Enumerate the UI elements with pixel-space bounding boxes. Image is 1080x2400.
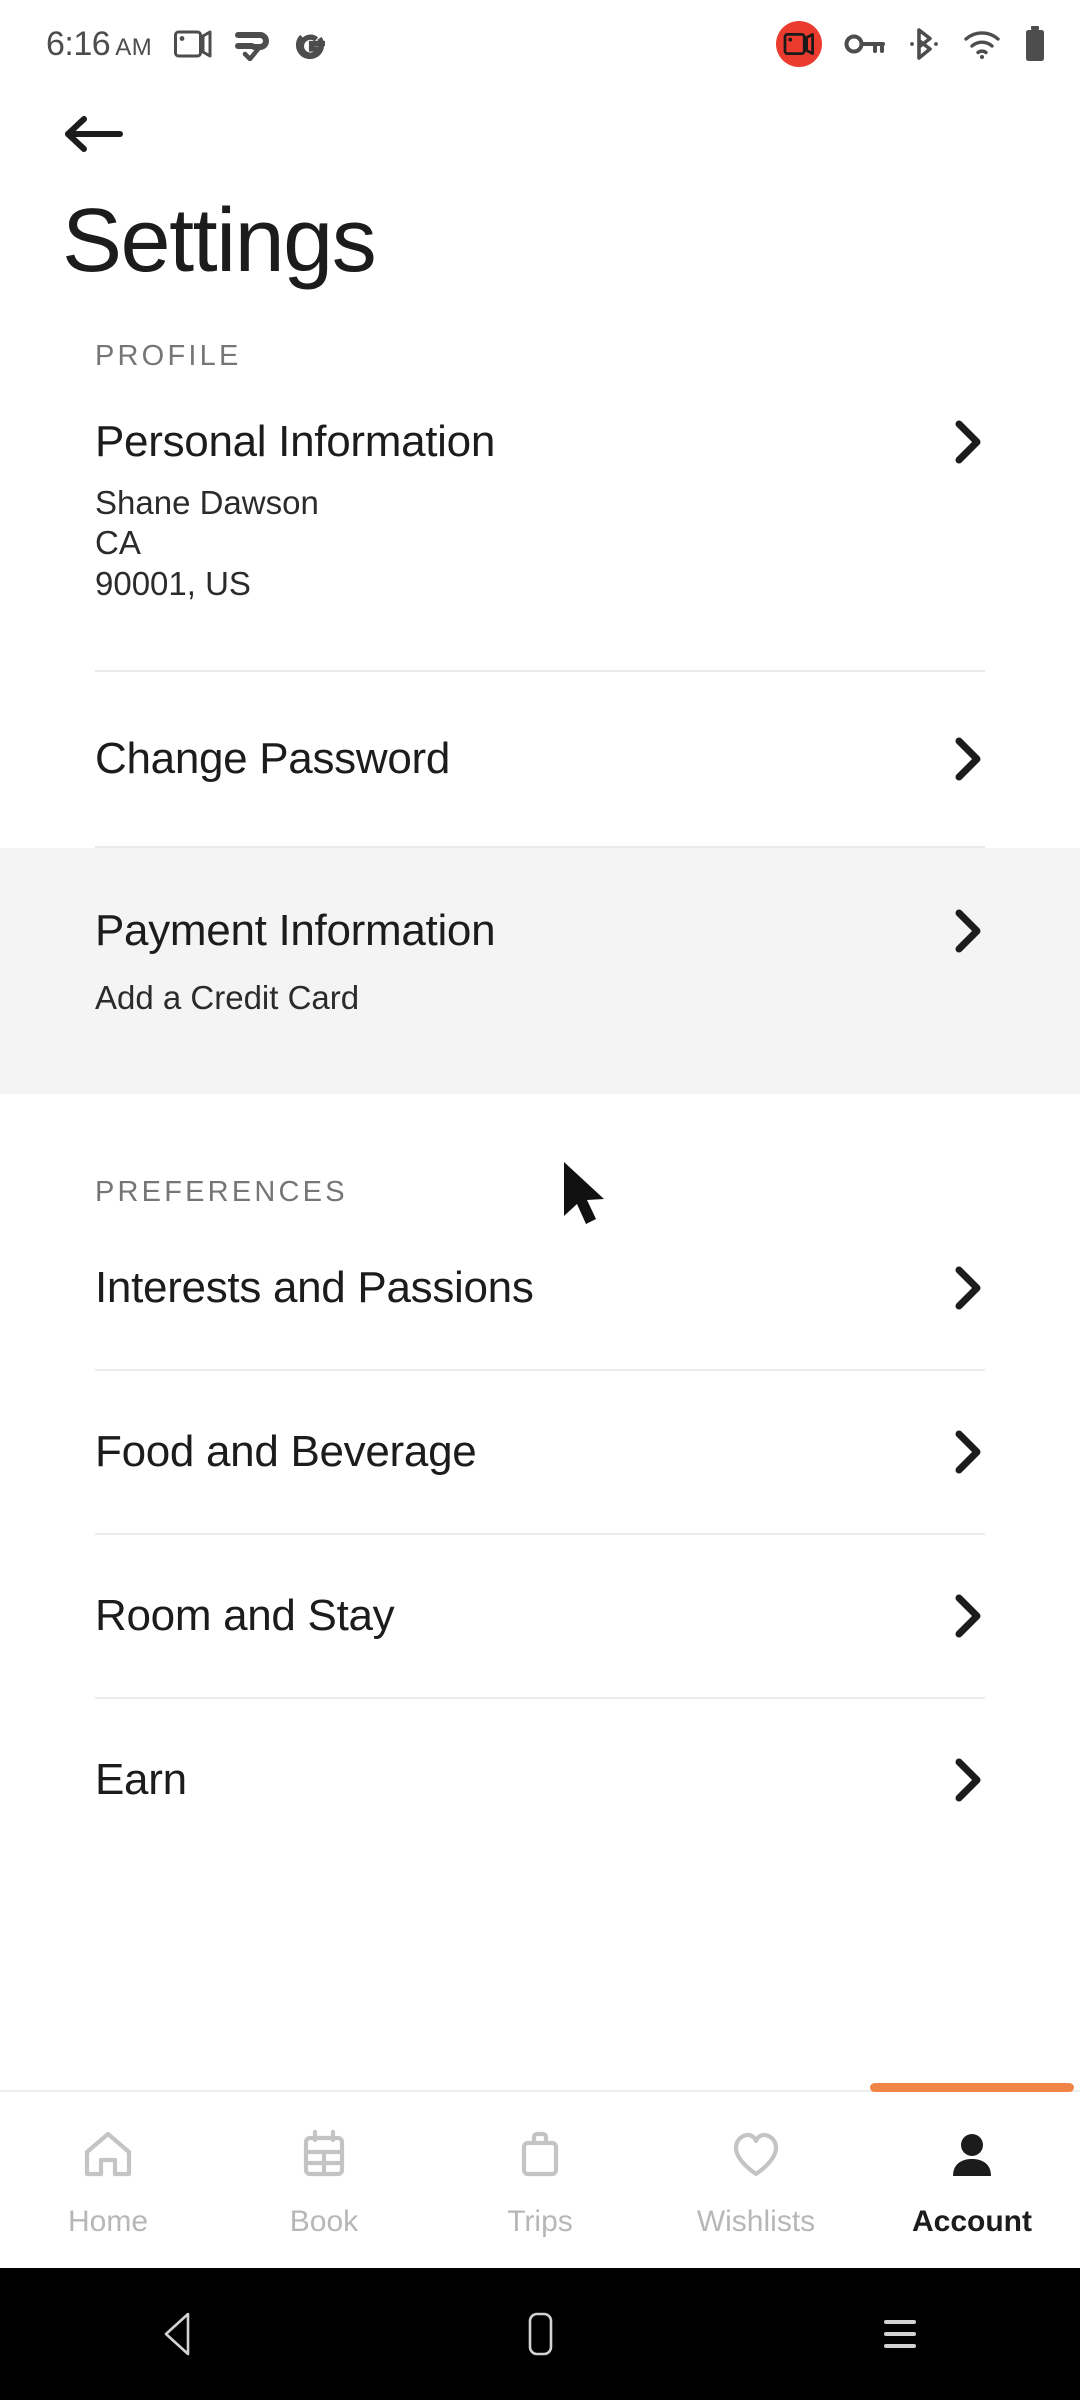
recents-lines-icon xyxy=(884,2320,916,2348)
tab-home[interactable]: Home xyxy=(0,2092,216,2239)
tab-trips[interactable]: Trips xyxy=(432,2092,648,2239)
vpn-key-icon xyxy=(844,30,886,58)
row-subline: CA xyxy=(95,524,141,562)
android-recents-button[interactable] xyxy=(845,2268,955,2400)
google-g-icon xyxy=(294,26,328,62)
row-header: Interests and Passions xyxy=(95,1263,985,1313)
row-title: Personal Information xyxy=(95,417,495,466)
clock-ampm: AM xyxy=(115,33,153,61)
back-button[interactable] xyxy=(62,102,132,166)
status-bar-right xyxy=(776,21,1046,67)
row-title: Payment Information xyxy=(95,905,496,955)
bottom-tab-bar[interactable]: Home Book Trips Wishlists Account xyxy=(0,2083,1080,2268)
settings-row-food-and-beverage[interactable]: Food and Beverage xyxy=(0,1371,1080,1533)
tab-label: Trips xyxy=(507,2205,573,2238)
chevron-right-icon xyxy=(951,420,985,464)
video-camera-icon xyxy=(174,29,212,59)
row-header: Food and Beverage xyxy=(95,1427,985,1477)
tab-wishlists[interactable]: Wishlists xyxy=(648,2092,864,2239)
row-title: Earn xyxy=(95,1755,187,1804)
arrow-left-icon xyxy=(65,116,123,152)
page-title: Settings xyxy=(62,191,377,291)
row-header: Payment Information xyxy=(95,906,985,956)
tab-book[interactable]: Book xyxy=(216,2092,432,2239)
heart-icon xyxy=(727,2126,785,2189)
tab-label: Account xyxy=(912,2205,1032,2238)
home-icon xyxy=(79,2126,137,2189)
android-navigation-bar[interactable] xyxy=(0,2268,1080,2400)
settings-row-payment-information[interactable]: Payment Information Add a Credit Card xyxy=(0,847,1080,1094)
section-header-profile: PROFILE xyxy=(95,340,242,372)
settings-row-interests-and-passions[interactable]: Interests and Passions xyxy=(0,1263,1080,1369)
row-title: Food and Beverage xyxy=(95,1427,477,1476)
settings-row-change-password[interactable]: Change Password xyxy=(0,672,1080,846)
chevron-right-icon xyxy=(951,909,985,953)
settings-row-room-and-stay[interactable]: Room and Stay xyxy=(0,1535,1080,1697)
status-bar: 6:16 AM xyxy=(0,0,1080,88)
settings-list[interactable]: PROFILE Personal Information Shane Dawso… xyxy=(0,300,1080,2090)
row-header: Earn xyxy=(95,1755,985,1805)
tab-label: Wishlists xyxy=(696,2205,816,2238)
briefcase-icon xyxy=(511,2126,569,2189)
status-bar-left: 6:16 AM xyxy=(46,25,328,64)
android-home-button[interactable] xyxy=(485,2268,595,2400)
calendar-icon xyxy=(295,2126,353,2189)
bluetooth-icon xyxy=(908,26,940,62)
settings-row-earn[interactable]: Earn xyxy=(0,1699,1080,1861)
person-icon xyxy=(943,2126,1001,2189)
row-header: Personal Information xyxy=(95,417,985,467)
section-header-preferences: PREFERENCES xyxy=(95,1176,348,1208)
back-triangle-icon xyxy=(164,2312,190,2356)
chevron-right-icon xyxy=(951,1430,985,1474)
active-tab-indicator xyxy=(870,2083,1074,2092)
tab-label: Book xyxy=(289,2205,359,2238)
android-back-button[interactable] xyxy=(125,2268,235,2400)
row-title: Interests and Passions xyxy=(95,1263,534,1312)
row-subline: 90001, US xyxy=(95,564,251,602)
row-header: Change Password xyxy=(95,734,985,784)
tab-account[interactable]: Account xyxy=(864,2083,1080,2239)
screen-recording-badge-icon xyxy=(776,21,822,67)
row-title: Room and Stay xyxy=(95,1591,395,1640)
chevron-right-icon xyxy=(951,737,985,781)
chevron-right-icon xyxy=(951,1266,985,1310)
wifi-icon xyxy=(962,28,1002,60)
settings-row-personal-information[interactable]: Personal Information Shane Dawson CA 900… xyxy=(0,417,1080,632)
row-title: Change Password xyxy=(95,733,451,783)
row-subline: Shane Dawson xyxy=(95,484,319,521)
tab-label: Home xyxy=(67,2205,149,2238)
status-bar-clock: 6:16 AM xyxy=(46,25,152,64)
battery-icon xyxy=(1024,26,1046,62)
row-subline: Add a Credit Card xyxy=(95,978,360,1016)
row-header: Room and Stay xyxy=(95,1591,985,1641)
chevron-right-icon xyxy=(951,1758,985,1802)
clock-time: 6:16 xyxy=(46,24,111,63)
home-square-icon xyxy=(528,2312,553,2356)
chevron-right-icon xyxy=(951,1594,985,1638)
app-check-icon xyxy=(234,27,272,61)
phone-screen: 6:16 AM Settings PROFILE Personal Inform… xyxy=(0,0,1080,2400)
